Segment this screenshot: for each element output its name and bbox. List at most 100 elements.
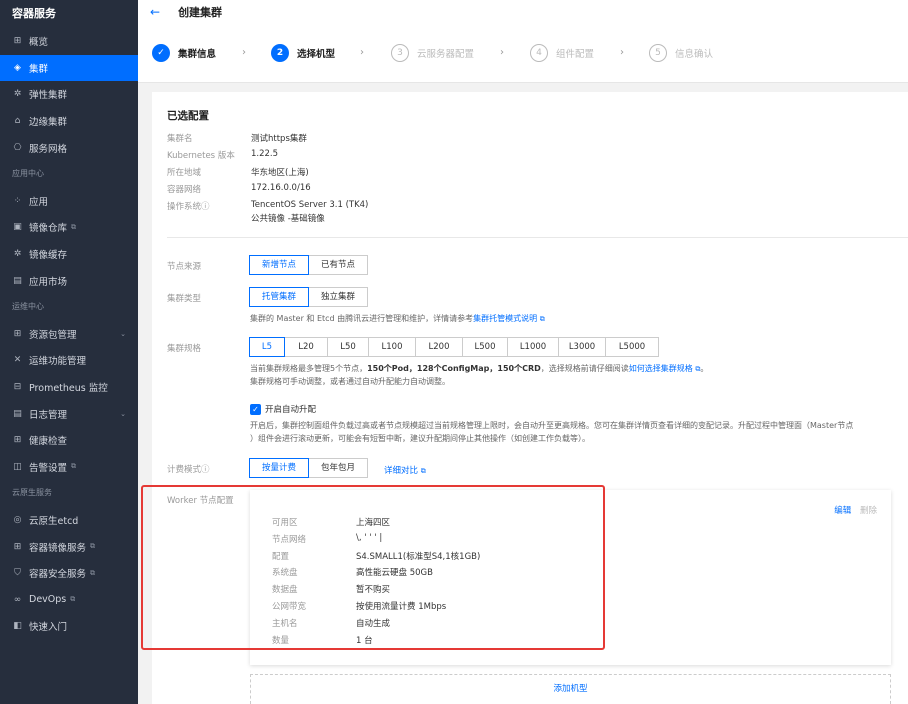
- summary-key-text: 操作系统: [167, 202, 202, 212]
- sidebar-item[interactable]: ✕ 运维功能管理: [0, 347, 138, 374]
- sidebar-item-label: 集群: [29, 63, 49, 75]
- cluster-spec-option[interactable]: L1000: [507, 337, 559, 357]
- checkbox-checked-icon: ✓: [250, 403, 261, 415]
- worker-actions: 编辑 删除: [834, 504, 877, 516]
- summary-key: 容器网络: [167, 183, 251, 195]
- summary-value-line: 1.22.5: [251, 149, 279, 159]
- billing-segment: 按量计费 包年包月: [249, 458, 369, 478]
- step-5[interactable]: 5 信息确认: [649, 44, 713, 62]
- check-icon: ✓: [152, 44, 170, 62]
- sidebar-item[interactable]: ✲ 镜像缓存: [0, 241, 138, 268]
- sidebar-item-label: 容器安全服务: [29, 569, 87, 581]
- sidebar-item[interactable]: ⎔ 服务网格: [0, 134, 138, 161]
- sidebar-item[interactable]: ⁘ 应用: [0, 188, 138, 215]
- sidebar-item[interactable]: ◈ 集群: [0, 54, 138, 82]
- summary-row: 所在地域 华东地区(上海): [167, 166, 368, 183]
- sidebar-item[interactable]: ✲ 弹性集群: [0, 81, 138, 108]
- cluster-spec-option[interactable]: L500: [462, 337, 508, 357]
- sidebar-item[interactable]: ◎ 云原生etcd: [0, 507, 138, 534]
- add-model-button[interactable]: 添加机型: [250, 674, 891, 704]
- cluster-spec-option[interactable]: L200: [415, 337, 463, 357]
- cluster-type-option[interactable]: 托管集群: [249, 287, 310, 307]
- step-number: 5: [649, 44, 667, 62]
- sidebar: 容器服务 ⊞ 概览 ◈ 集群 ✲ 弹性集群 ⌂ 边缘集群 ⎔ 服务网格 应用中心 ⁘ 应用 ▣ 镜像仓库 ⧉ ✲…: [0, 0, 138, 704]
- health-check-icon: ⊞: [13, 435, 22, 446]
- sidebar-item-label: 健康检查: [29, 436, 68, 448]
- chevron-right-icon: ›: [620, 47, 624, 58]
- cluster-spec-option[interactable]: L100: [368, 337, 416, 357]
- step-label: 信息确认: [675, 49, 714, 60]
- step-1[interactable]: ✓ 集群信息: [152, 44, 216, 62]
- billing-label: 计费模式ⓘ: [167, 465, 210, 475]
- cluster-type-option[interactable]: 独立集群: [308, 287, 369, 307]
- summary-value: 华东地区(上海): [251, 166, 309, 178]
- sidebar-item[interactable]: ▤ 日志管理 ⌄: [0, 400, 138, 427]
- sidebar-item[interactable]: ◧ 快速入门: [0, 613, 138, 640]
- external-link-icon: ⧉: [90, 568, 96, 577]
- sidebar-item[interactable]: ▤ 应用市场: [0, 267, 138, 294]
- sidebar-item-label: 应用: [29, 196, 49, 208]
- sidebar-item-label: 边缘集群: [29, 117, 68, 129]
- cluster-spec-option[interactable]: L3000: [558, 337, 606, 357]
- node-source-label: 节点来源: [167, 262, 202, 272]
- chevron-right-icon: ›: [500, 47, 504, 58]
- cluster-icon: ◈: [14, 62, 21, 73]
- sidebar-item-label: 概览: [29, 37, 49, 49]
- sidebar-item[interactable]: ⊞ 概览: [0, 28, 138, 55]
- summary-row: 集群名 测试https集群: [167, 132, 368, 149]
- billing-option[interactable]: 包年包月: [308, 458, 369, 478]
- info-icon[interactable]: ⓘ: [201, 202, 210, 212]
- delete-link[interactable]: 删除: [860, 506, 877, 516]
- annotation-highlight-box: [141, 485, 605, 650]
- sidebar-item[interactable]: ⊞ 资源包管理 ⌄: [0, 321, 138, 348]
- external-link-icon: ⧉: [539, 315, 545, 323]
- sidebar-item[interactable]: ⌂ 边缘集群: [0, 108, 138, 135]
- summary-key-text: 容器网络: [167, 185, 202, 195]
- auto-upgrade-label: 开启自动升配: [265, 405, 317, 415]
- billing-option[interactable]: 按量计费: [249, 458, 310, 478]
- summary-value-line: 172.16.0.0/16: [251, 183, 311, 193]
- sidebar-item[interactable]: ◫ 告警设置 ⧉: [0, 454, 138, 481]
- external-link-icon: ⧉: [71, 462, 77, 471]
- step-3[interactable]: 3 云服务器配置: [391, 44, 474, 62]
- cluster-type-label: 集群类型: [167, 294, 202, 304]
- back-arrow-icon[interactable]: ←: [150, 5, 160, 19]
- node-source-option[interactable]: 新增节点: [249, 255, 310, 275]
- auto-upgrade-checkbox[interactable]: ✓ 开启自动升配: [250, 403, 316, 415]
- sidebar-item[interactable]: ▣ 镜像仓库 ⧉: [0, 214, 138, 241]
- chevron-down-icon: ⌄: [120, 329, 126, 338]
- selected-config-title: 已选配置: [167, 110, 209, 122]
- sidebar-item[interactable]: ⊟ Prometheus 监控: [0, 374, 138, 401]
- sidebar-item[interactable]: ∞ DevOps ⧉: [0, 586, 138, 613]
- managed-mode-link[interactable]: 集群托管模式说明: [473, 314, 537, 323]
- step-label: 组件配置: [556, 49, 595, 60]
- app-market-icon: ▤: [13, 275, 22, 286]
- image-registry-icon: ▣: [13, 222, 22, 233]
- choose-spec-link[interactable]: 如何选择集群规格: [629, 364, 693, 373]
- selected-config-summary: 集群名 测试https集群 Kubernetes 版本 1.22.5 所在地域 华东地区(…: [167, 132, 368, 228]
- sidebar-item[interactable]: ⊞ 容器镜像服务 ⧉: [0, 533, 138, 560]
- step-number: 2: [271, 44, 289, 62]
- step-4[interactable]: 4 组件配置: [530, 44, 594, 62]
- sidebar-item-label: 弹性集群: [29, 90, 68, 102]
- sidebar-item[interactable]: ⊞ 健康检查: [0, 427, 138, 454]
- chevron-down-icon: ⌄: [120, 409, 126, 418]
- cluster-spec-option[interactable]: L5000: [605, 337, 659, 357]
- chevron-right-icon: ›: [242, 47, 246, 58]
- edge-cluster-icon: ⌂: [14, 116, 21, 127]
- page-title: 创建集群: [178, 6, 223, 19]
- chevron-right-icon: ›: [360, 47, 364, 58]
- node-source-segment: 新增节点 已有节点: [249, 255, 369, 275]
- cluster-spec-option[interactable]: L5: [249, 337, 285, 357]
- sidebar-item-label: 快速入门: [29, 622, 68, 634]
- info-icon[interactable]: ⓘ: [201, 465, 210, 475]
- edit-link[interactable]: 编辑: [834, 506, 851, 516]
- step-2[interactable]: 2 选择机型: [271, 44, 335, 62]
- node-source-option[interactable]: 已有节点: [308, 255, 369, 275]
- billing-compare-link[interactable]: 详细对比: [384, 466, 418, 476]
- cluster-spec-option[interactable]: L20: [284, 337, 328, 357]
- cluster-spec-option[interactable]: L50: [327, 337, 369, 357]
- summary-row: 操作系统ⓘ TencentOS Server 3.1 (TK4) 公共镜像 -基础镜…: [167, 200, 368, 228]
- sidebar-item-label: 运维功能管理: [29, 356, 87, 368]
- sidebar-item[interactable]: ⛉ 容器安全服务 ⧉: [0, 560, 138, 587]
